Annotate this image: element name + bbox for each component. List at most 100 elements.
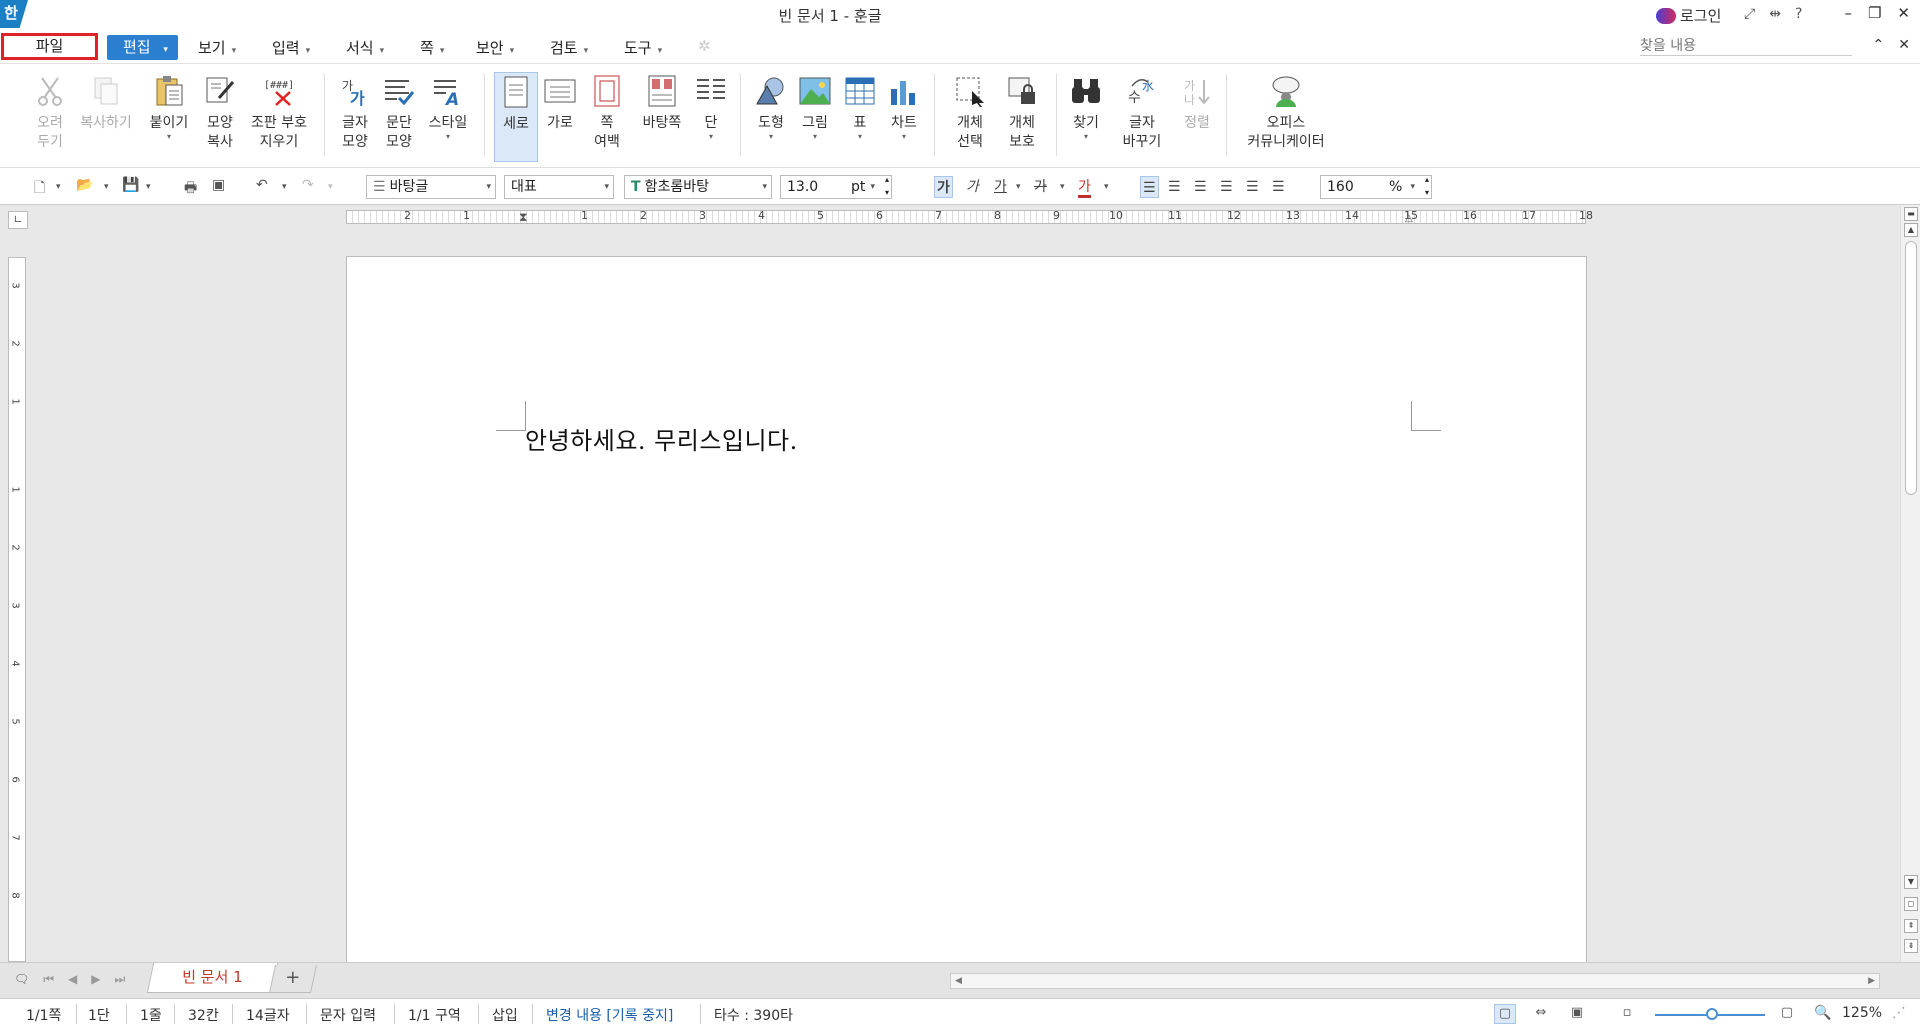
scrollbar-thumb[interactable] [1905, 241, 1917, 495]
close-doc-icon[interactable]: ✕ [1898, 37, 1910, 53]
font-combo[interactable]: T 함초롬바탕 ▾ [624, 175, 772, 199]
clear-marks-button[interactable]: [###] 조판 부호 지우기 [246, 74, 312, 152]
menu-format[interactable]: 서식 ▾ [346, 37, 420, 58]
align-center-icon[interactable]: ☰ [1194, 176, 1207, 198]
document-body-text[interactable]: 안녕하세요. 무리스입니다. [525, 421, 798, 456]
chart-button[interactable]: 차트 ▾ [886, 74, 922, 141]
open-folder-icon[interactable]: 📂 [76, 177, 93, 193]
chevron-down-icon[interactable]: ▾ [328, 182, 333, 192]
normal-view-icon[interactable]: ▢ [1494, 1004, 1516, 1024]
cut-button[interactable]: 오려 두기 [32, 74, 68, 152]
scroll-down-icon[interactable]: ▼ [1904, 875, 1918, 889]
zoom-slider-thumb[interactable] [1706, 1008, 1718, 1020]
fit-width-icon[interactable]: ⇹ [1769, 6, 1781, 22]
align-justify-icon[interactable]: ☰ [1140, 176, 1159, 198]
table-button[interactable]: 표 ▾ [842, 74, 878, 141]
char-shape-button[interactable]: 가가 글자 모양 [336, 74, 374, 152]
prev-page-icon[interactable]: ⇞ [1904, 919, 1918, 933]
paste-button[interactable]: 붙이기 ▾ [146, 74, 192, 141]
spinner-icon[interactable]: ▴ ▾ [885, 173, 889, 199]
portrait-button[interactable]: 세로 [494, 72, 538, 162]
magnifier-icon[interactable]: 🔍 [1814, 1005, 1831, 1021]
horizontal-scrollbar[interactable]: ◀ ▶ [950, 973, 1880, 989]
para-shape-button[interactable]: 문단 모양 [380, 74, 418, 152]
status-input-mode[interactable]: 문자 입력 [320, 1005, 376, 1025]
find-button[interactable]: 찾기 ▾ [1068, 74, 1104, 141]
memo-icon[interactable]: 🗨 [14, 972, 29, 987]
menu-review[interactable]: 검토 ▾ [550, 37, 624, 58]
menu-security[interactable]: 보안 ▾ [476, 37, 550, 58]
format-copy-button[interactable]: 모양 복사 [200, 74, 240, 152]
indent-marker-icon[interactable]: ⧗ [519, 210, 527, 225]
chevron-down-icon[interactable]: ▾ [56, 182, 61, 192]
status-page[interactable]: 1/1쪽 [26, 1005, 61, 1025]
office-communicator-button[interactable]: 오피스 커뮤니케이터 [1238, 74, 1334, 152]
language-combo[interactable]: 대표 ▾ [504, 175, 614, 199]
split-handle-icon[interactable]: ▬ [1904, 207, 1918, 221]
first-tab-icon[interactable]: ⏮ [43, 972, 54, 987]
select-browse-icon[interactable]: ◻ [1904, 897, 1918, 911]
page-margin-button[interactable]: 쪽 여백 [588, 74, 626, 152]
new-doc-icon[interactable]: 🗋 [34, 177, 45, 201]
align-left-icon[interactable]: ☰ [1168, 176, 1181, 198]
menu-view[interactable]: 보기 ▾ [198, 37, 272, 58]
style-button[interactable]: A 스타일 ▾ [424, 74, 472, 141]
copy-button[interactable]: 복사하기 [76, 74, 136, 133]
spinner-icon[interactable]: ▴ ▾ [1425, 173, 1429, 199]
status-zoom-level[interactable]: 125% [1842, 1005, 1882, 1021]
last-tab-icon[interactable]: ⏭ [115, 972, 126, 987]
chevron-down-icon[interactable]: ▾ [1060, 182, 1065, 192]
menu-edit[interactable]: 편집 ▾ [107, 35, 178, 60]
font-size-combo[interactable]: 13.0 pt ▾ ▴ ▾ [780, 175, 892, 199]
fullscreen-icon[interactable]: ⤢ [1744, 6, 1755, 22]
chevron-down-icon[interactable]: ▾ [282, 182, 287, 192]
status-change-tracking[interactable]: 변경 내용 [기록 중지] [546, 1005, 673, 1025]
document-page[interactable]: 안녕하세요. 무리스입니다. [346, 256, 1587, 962]
select-object-button[interactable]: 개체 선택 [950, 74, 990, 152]
zoom-in-icon[interactable]: ▢ [1776, 1004, 1798, 1024]
chevron-down-icon[interactable]: ▾ [1104, 182, 1109, 192]
right-indent-marker-icon[interactable]: △ [1405, 213, 1413, 224]
undo-icon[interactable]: ↶ [256, 177, 268, 193]
zoom-out-icon[interactable]: ▫ [1616, 1004, 1638, 1024]
fit-view-icon[interactable]: ⇔ [1530, 1004, 1552, 1024]
sort-button[interactable]: 가나 정렬 [1180, 74, 1214, 133]
status-insert-mode[interactable]: 삽입 [492, 1005, 518, 1025]
replace-button[interactable]: 수水 글자 바꾸기 [1114, 74, 1170, 152]
chevron-down-icon[interactable]: ▾ [104, 182, 109, 192]
font-color-button[interactable]: 가 [1078, 176, 1091, 198]
login-button[interactable]: 로그인 [1656, 5, 1721, 26]
chevron-up-icon[interactable]: ⌃ [1873, 37, 1885, 53]
tab-stop-icon[interactable]: ∟ [8, 211, 28, 229]
underline-button[interactable]: 가 [994, 176, 1007, 198]
next-page-icon[interactable]: ⇟ [1904, 939, 1918, 953]
preview-icon[interactable]: ▣ [212, 177, 225, 193]
help-icon[interactable]: ? [1795, 6, 1802, 22]
menu-file[interactable]: 파일 [1, 33, 98, 60]
bold-button[interactable]: 가 [934, 176, 953, 198]
scroll-left-icon[interactable]: ◀ [955, 974, 962, 988]
vertical-scrollbar[interactable]: ▬ ▲ ▼ ◻ ⇞ ⇟ [1900, 205, 1920, 962]
page-view-icon[interactable]: ▣ [1566, 1004, 1588, 1024]
protect-object-button[interactable]: 개체 보호 [1002, 74, 1042, 152]
puzzle-icon[interactable]: ✲ [698, 37, 772, 58]
horizontal-ruler[interactable]: 2 1 1 2 3 4 5 6 7 8 9 10 11 12 13 14 15 … [346, 209, 1593, 225]
background-page-button[interactable]: 바탕쪽 [638, 74, 686, 133]
scroll-up-icon[interactable]: ▲ [1904, 223, 1918, 237]
print-icon[interactable]: 🖶 [184, 177, 197, 201]
chevron-down-icon[interactable]: ▾ [146, 182, 151, 192]
italic-button[interactable]: 가 [966, 176, 979, 198]
redo-icon[interactable]: ↷ [302, 177, 314, 193]
save-icon[interactable]: 💾 [122, 177, 139, 193]
close-button[interactable]: ✕ [1897, 4, 1910, 22]
minimize-button[interactable]: – [1844, 4, 1852, 22]
picture-button[interactable]: 그림 ▾ [796, 74, 834, 141]
restore-button[interactable]: ❐ [1868, 4, 1881, 22]
style-combo[interactable]: ☰ 바탕글 ▾ [366, 175, 496, 199]
next-tab-icon[interactable]: ▶ [91, 972, 100, 987]
search-input[interactable] [1640, 36, 1852, 56]
shape-button[interactable]: 도형 ▾ [752, 74, 790, 141]
menu-tools[interactable]: 도구 ▾ [624, 37, 698, 58]
columns-button[interactable]: 단 ▾ [692, 74, 730, 141]
align-distribute-icon[interactable]: ☰ [1246, 176, 1259, 198]
